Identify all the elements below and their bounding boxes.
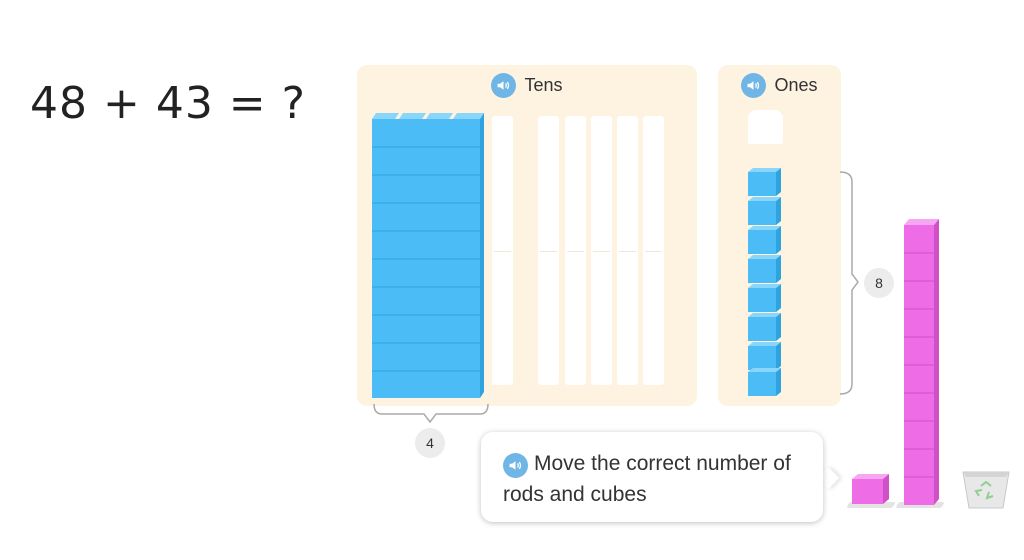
one-cube[interactable]: [748, 197, 781, 225]
tens-count-label: 4: [415, 428, 445, 458]
tens-slot[interactable]: [643, 116, 664, 385]
one-cube[interactable]: [748, 284, 781, 312]
tens-bracket: [373, 403, 489, 424]
recycle-bin-icon[interactable]: [961, 468, 1011, 510]
source-cube[interactable]: [852, 474, 890, 509]
speaker-icon[interactable]: [491, 73, 517, 98]
ones-title: Ones: [774, 75, 818, 95]
ten-rod[interactable]: [426, 113, 453, 398]
ones-bracket: [839, 171, 859, 395]
instruction-bubble: Move the correct number of rods and cube…: [481, 432, 823, 522]
one-cube[interactable]: [748, 255, 781, 283]
one-cube[interactable]: [748, 226, 781, 254]
ones-count-label: 8: [864, 268, 894, 298]
tens-slot[interactable]: [538, 116, 559, 385]
ten-rod[interactable]: [399, 113, 426, 398]
tens-slot[interactable]: [591, 116, 612, 385]
ten-rod[interactable]: [372, 113, 399, 398]
ones-header: Ones: [718, 73, 841, 98]
one-cube[interactable]: [748, 368, 781, 396]
source-rod[interactable]: [904, 219, 940, 510]
tens-title: Tens: [524, 75, 563, 95]
speaker-icon[interactable]: [503, 453, 528, 478]
tens-slot[interactable]: [617, 116, 638, 385]
one-cube[interactable]: [748, 168, 781, 196]
one-cube[interactable]: [748, 342, 781, 370]
tens-header: Tens: [357, 73, 697, 98]
tens-slot[interactable]: [492, 116, 513, 385]
tens-slot[interactable]: [565, 116, 586, 385]
speaker-icon[interactable]: [741, 73, 767, 98]
instruction-text: Move the correct number of rods and cube…: [503, 452, 791, 506]
ten-rod[interactable]: [453, 113, 484, 398]
one-cube[interactable]: [748, 313, 781, 341]
equation: 48 + 43 = ?: [30, 78, 307, 129]
ones-slot[interactable]: [748, 110, 783, 144]
